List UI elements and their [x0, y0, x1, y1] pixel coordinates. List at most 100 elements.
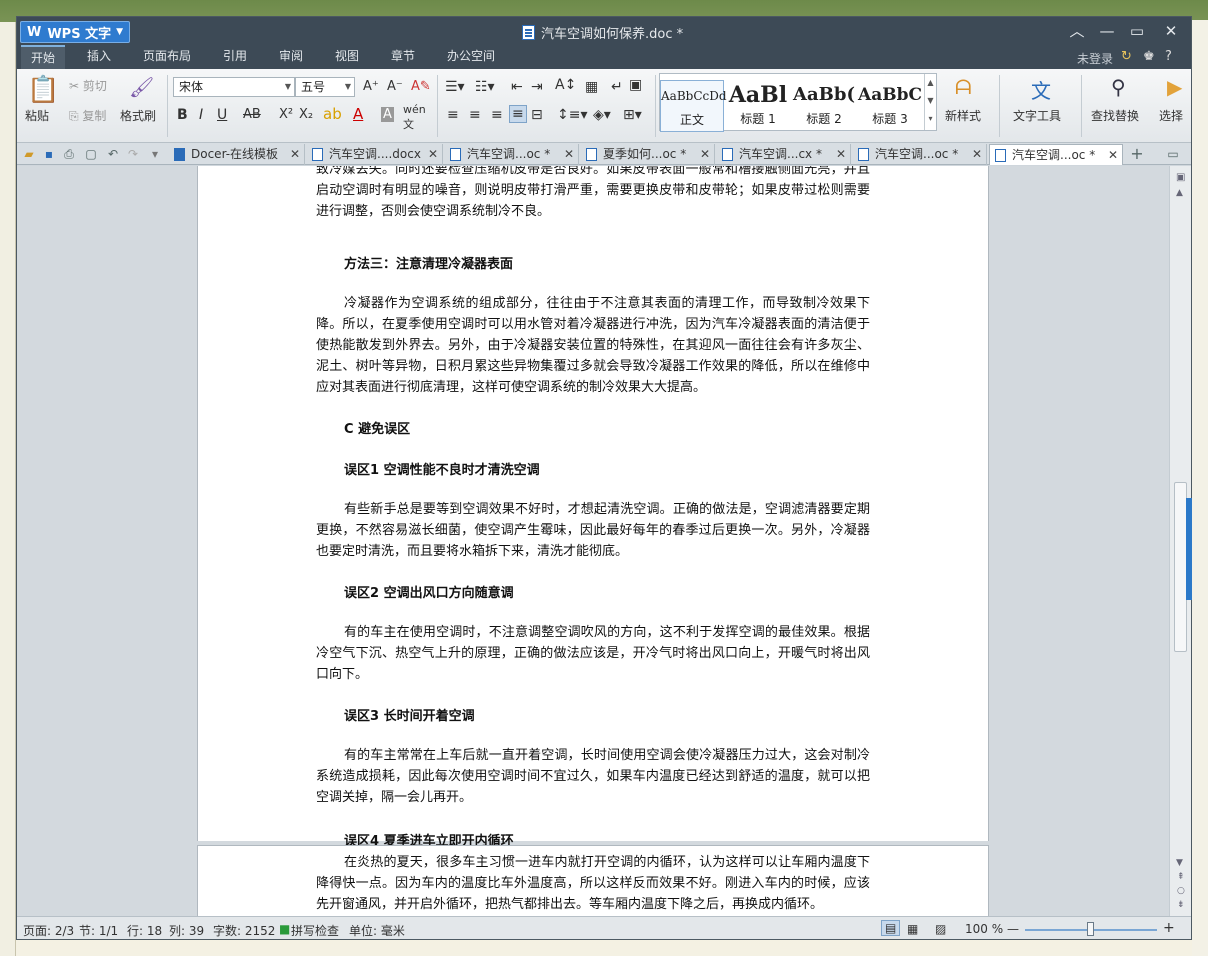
- tab-references[interactable]: 引用: [213, 45, 257, 69]
- minimize-button[interactable]: —: [1091, 20, 1123, 42]
- align-left-icon[interactable]: ≡: [447, 107, 459, 123]
- decrease-indent-icon[interactable]: ⇤: [511, 79, 523, 95]
- status-word-count[interactable]: 字数: 2152: [213, 922, 275, 939]
- tab-review[interactable]: 审阅: [269, 45, 313, 69]
- font-color-icon[interactable]: A: [353, 105, 363, 123]
- cut-button[interactable]: ✂ 剪切: [69, 77, 107, 94]
- maximize-button[interactable]: ▭: [1121, 20, 1153, 42]
- border-icon[interactable]: ⊞▾: [623, 107, 642, 123]
- style-heading-3[interactable]: AaBbC 标题 3: [858, 80, 922, 132]
- char-shading-icon[interactable]: A: [381, 107, 394, 122]
- prev-page-icon[interactable]: ⇞: [1177, 872, 1185, 882]
- font-name-select[interactable]: 宋体 ▼: [173, 77, 295, 97]
- paste-icon[interactable]: 📋: [27, 75, 59, 105]
- tab-chapter[interactable]: 章节: [381, 45, 425, 69]
- increase-indent-icon[interactable]: ⇥: [531, 79, 543, 95]
- highlight-icon[interactable]: ab: [323, 105, 342, 123]
- redo-icon[interactable]: ↷: [125, 146, 141, 162]
- spell-check-button[interactable]: 拼写检查: [291, 922, 339, 939]
- bullet-list-icon[interactable]: ☰▾: [445, 79, 465, 95]
- text-tools-button[interactable]: 文字工具: [1013, 107, 1061, 124]
- underline-button[interactable]: U: [217, 107, 227, 123]
- browse-object-icon[interactable]: ○: [1177, 886, 1185, 896]
- paste-button[interactable]: 粘贴: [25, 107, 49, 124]
- tab-page-layout[interactable]: 页面布局: [133, 45, 201, 69]
- clear-format-icon[interactable]: A✎: [411, 79, 431, 94]
- style-heading-2[interactable]: AaBb(标题 2: [792, 80, 856, 132]
- document-page-next[interactable]: 在炎热的夏天，很多车主习惯一进车内就打开空调的内循环，认为这样可以让车厢内温度下…: [197, 845, 989, 925]
- login-status[interactable]: 未登录: [1077, 50, 1113, 67]
- show-marks-icon[interactable]: ▣: [629, 77, 642, 93]
- zoom-out-icon[interactable]: —: [1007, 922, 1019, 936]
- new-style-button[interactable]: 新样式: [945, 107, 981, 124]
- grow-font-icon[interactable]: A⁺: [363, 79, 379, 94]
- align-center-icon[interactable]: ≡: [469, 107, 481, 123]
- subscript-button[interactable]: X₂: [299, 107, 313, 122]
- wps-app-menu-button[interactable]: W WPS 文字 ▼: [20, 21, 130, 43]
- paragraph-mark-icon[interactable]: ↵: [611, 79, 623, 95]
- open-icon[interactable]: ▰: [21, 146, 37, 162]
- save-icon[interactable]: ▪: [41, 146, 57, 162]
- zoom-in-icon[interactable]: +: [1163, 920, 1175, 936]
- table-icon[interactable]: ▦: [585, 79, 598, 95]
- page-view-icon[interactable]: ▤: [881, 920, 901, 936]
- split-view-icon[interactable]: ▣: [1176, 172, 1185, 183]
- numbered-list-icon[interactable]: ☷▾: [475, 79, 495, 95]
- undo-icon[interactable]: ↶: [105, 146, 121, 162]
- shrink-font-icon[interactable]: A⁻: [387, 79, 403, 94]
- collapse-ribbon-button[interactable]: ︿: [1061, 20, 1093, 42]
- help-icon[interactable]: ?: [1165, 49, 1172, 64]
- web-view-icon[interactable]: ▨: [935, 922, 946, 936]
- doc-tab-3[interactable]: 夏季如何...oc * ✕: [581, 144, 715, 165]
- style-heading-1[interactable]: AaBl 标题 1: [726, 80, 790, 132]
- tab-list-icon[interactable]: ▭: [1165, 146, 1181, 162]
- print-preview-icon[interactable]: ▢: [83, 146, 99, 162]
- distribute-icon[interactable]: ⊟: [531, 107, 543, 123]
- find-replace-button[interactable]: 查找替换: [1091, 107, 1139, 124]
- italic-button[interactable]: I: [199, 107, 203, 123]
- new-tab-icon[interactable]: +: [1129, 146, 1145, 162]
- style-gallery-scroll[interactable]: ▲ ▼ ▾: [924, 74, 936, 130]
- phonetic-guide-icon[interactable]: wén 文: [403, 103, 426, 132]
- status-page[interactable]: 页面: 2/3: [23, 922, 74, 939]
- next-page-icon[interactable]: ⇟: [1177, 900, 1185, 910]
- superscript-button[interactable]: X²: [279, 107, 293, 122]
- status-unit[interactable]: 单位: 毫米: [349, 922, 405, 939]
- tab-insert[interactable]: 插入: [77, 45, 121, 69]
- tab-office-space[interactable]: 办公空间: [437, 45, 505, 69]
- skin-icon[interactable]: ↻: [1121, 49, 1132, 64]
- doc-tab-1[interactable]: 汽车空调....docx ✕: [307, 144, 443, 165]
- close-button[interactable]: ✕: [1155, 20, 1187, 42]
- doc-tab-docer[interactable]: Docer-在线模板 ✕: [169, 144, 305, 165]
- brush-icon[interactable]: 🖌: [129, 75, 154, 99]
- tab-view[interactable]: 视图: [325, 45, 369, 69]
- align-right-icon[interactable]: ≡: [491, 107, 503, 123]
- select-button[interactable]: 选择: [1159, 107, 1183, 124]
- format-painter-button[interactable]: 格式刷: [120, 107, 156, 124]
- line-spacing-icon[interactable]: ↕≡▾: [557, 107, 588, 123]
- justify-icon[interactable]: ≡: [509, 105, 527, 123]
- doc-tab-active[interactable]: 汽车空调...oc * ✕: [989, 144, 1123, 165]
- copy-button[interactable]: ⎘ 复制: [69, 107, 106, 124]
- shading-icon[interactable]: ◈▾: [593, 107, 611, 123]
- doc-tab-5[interactable]: 汽车空调...oc * ✕: [853, 144, 987, 165]
- scroll-up-icon[interactable]: ▲: [1176, 188, 1183, 198]
- shirt-icon[interactable]: ♚: [1143, 49, 1155, 64]
- tab-home[interactable]: 开始: [21, 45, 66, 69]
- font-size-select[interactable]: 五号 ▼: [295, 77, 355, 97]
- doc-tab-4[interactable]: 汽车空调...cx * ✕: [717, 144, 851, 165]
- outline-view-icon[interactable]: ▦: [907, 922, 918, 936]
- zoom-level[interactable]: 100 %: [965, 922, 1003, 936]
- document-page[interactable]: 致冷媒丢失。同时还要检查压缩机皮带是否良好。如果皮带表面一般常和槽接触侧面光亮，…: [197, 166, 989, 849]
- quick-access-menu-icon[interactable]: ▾: [147, 146, 163, 162]
- strikethrough-button[interactable]: AB: [243, 107, 261, 122]
- doc-tab-2[interactable]: 汽车空调...oc * ✕: [445, 144, 579, 165]
- doc-icon: [722, 148, 733, 161]
- scroll-down-icon[interactable]: ▼: [1176, 858, 1183, 868]
- text-direction-icon[interactable]: A↕: [555, 77, 576, 93]
- side-panel-handle[interactable]: [1186, 498, 1192, 600]
- zoom-slider-handle[interactable]: [1087, 922, 1094, 936]
- bold-button[interactable]: B: [177, 107, 188, 123]
- style-normal[interactable]: AaBbCcDd 正文: [660, 80, 727, 132]
- print-icon[interactable]: ⎙: [61, 146, 77, 162]
